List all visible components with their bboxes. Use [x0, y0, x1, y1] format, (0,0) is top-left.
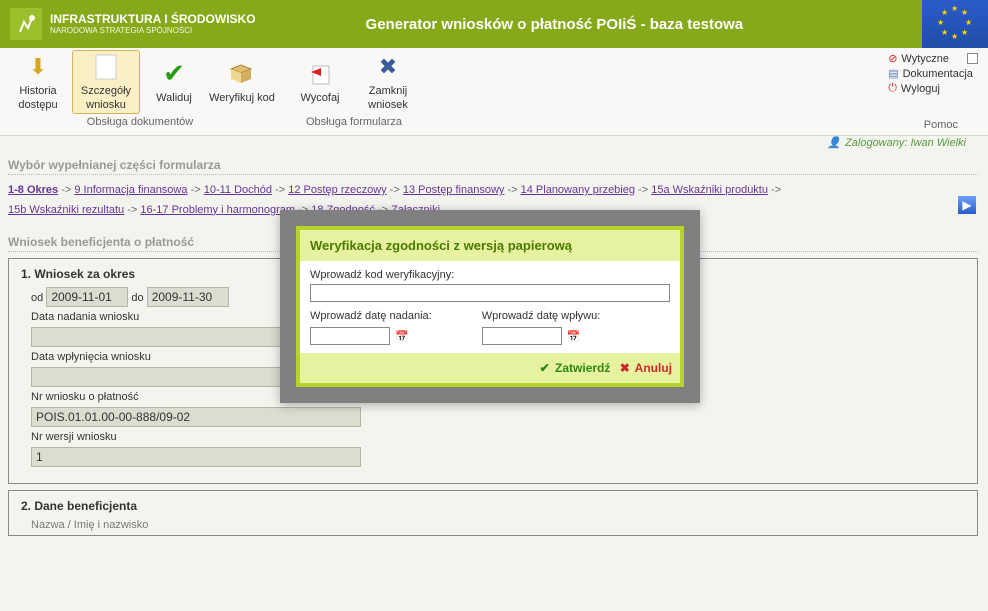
- wyloguj-link[interactable]: ⏻ Wyloguj: [888, 82, 978, 95]
- nav-item[interactable]: 12 Postęp rzeczowy: [288, 184, 386, 196]
- ribbon-group1-label: Obsługa dokumentów: [87, 116, 193, 128]
- ribbon-group2-label: Obsługa formularza: [306, 116, 402, 128]
- wytyczne-link[interactable]: ⊘ Wytyczne: [888, 52, 978, 65]
- document-icon: [91, 52, 121, 82]
- download-icon: ⬇: [23, 52, 53, 82]
- historia-button[interactable]: ⬇ Historia dostępu: [4, 50, 72, 114]
- check-icon: ✔: [540, 361, 550, 375]
- check-icon: ✔: [159, 59, 189, 89]
- book-small-icon: ▤: [888, 67, 898, 80]
- form-box-2: 2. Dane beneficjenta Nazwa / Imię i nazw…: [8, 490, 978, 536]
- undo-icon: [305, 59, 335, 89]
- zamknij-button[interactable]: ✖ Zamknij wniosek: [354, 50, 422, 114]
- close-icon: ✖: [373, 52, 403, 82]
- wytyczne-checkbox[interactable]: [967, 53, 978, 64]
- szczegoly-button[interactable]: Szczegóły wniosku: [72, 50, 140, 114]
- top-banner: INFRASTRUKTURA I ŚRODOWISKO NARODOWA STR…: [0, 0, 988, 48]
- modal-ok-button[interactable]: ✔ Zatwierdź: [540, 361, 611, 375]
- nr-wersji-label: Nr wersji wniosku: [21, 431, 965, 443]
- calendar-icon[interactable]: 📅: [394, 328, 410, 344]
- modal-data-nad-label: Wprowadź datę nadania:: [310, 310, 432, 322]
- help-label: Pomoc: [924, 119, 958, 131]
- user-icon: 👤: [827, 136, 841, 149]
- modal-data-wpl-input[interactable]: [482, 327, 562, 345]
- dokumentacja-link[interactable]: ▤ Dokumentacja: [888, 67, 978, 80]
- logged-user: 👤 Zalogowany: Iwan Wielki: [827, 136, 966, 149]
- modal-weryfikacja: Weryfikacja zgodności z wersją papierową…: [280, 210, 700, 403]
- nav-item[interactable]: 13 Postęp finansowy: [403, 184, 505, 196]
- od-date-input[interactable]: [46, 287, 128, 307]
- section-wybor: Wybór wypełnianej części formularza: [8, 158, 978, 175]
- play-next-button[interactable]: [958, 196, 976, 214]
- nav-item[interactable]: 15b Wskaźniki rezultatu: [8, 204, 124, 216]
- nr-wniosku-input[interactable]: [31, 407, 361, 427]
- app-title: Generator wniosków o płatność POIiŚ - ba…: [366, 16, 744, 33]
- ribbon: ⬇ Historia dostępu Szczegóły wniosku ✔ W…: [0, 48, 988, 136]
- logo-text-sub: NARODOWA STRATEGIA SPÓJNOŚCI: [50, 26, 256, 35]
- nr-wersji-input[interactable]: [31, 447, 361, 467]
- eu-flag-icon: ★★★ ★★★ ★★: [922, 0, 988, 48]
- do-date-input[interactable]: [147, 287, 229, 307]
- weryfikuj-button[interactable]: Weryfikuj kod: [208, 50, 276, 114]
- nav-item[interactable]: 10-11 Dochód: [204, 184, 272, 196]
- logo-icon: [10, 8, 42, 40]
- nav-current[interactable]: 1-8 Okres: [8, 184, 58, 196]
- modal-cancel-button[interactable]: ✖ Anuluj: [620, 361, 672, 375]
- book-icon: [227, 59, 257, 89]
- nav-item[interactable]: 14 Planowany przebieg: [521, 184, 635, 196]
- nav-item[interactable]: 9 Informacja finansowa: [74, 184, 187, 196]
- form-heading-2: 2. Dane beneficjenta: [21, 499, 965, 513]
- form-subheading-2: Nazwa / Imię i nazwisko: [21, 519, 965, 531]
- logout-icon: ⏻: [888, 82, 897, 95]
- nav-item[interactable]: 15a Wskaźniki produktu: [651, 184, 768, 196]
- calendar-icon[interactable]: 📅: [566, 328, 582, 344]
- modal-kod-input[interactable]: [310, 284, 670, 302]
- nav-item[interactable]: 16-17 Problemy i harmonogram: [140, 204, 295, 216]
- stop-icon: ⊘: [888, 52, 897, 65]
- modal-kod-label: Wprowadź kod weryfikacyjny:: [310, 269, 670, 281]
- wycofaj-button[interactable]: Wycofaj: [286, 50, 354, 114]
- modal-title: Weryfikacja zgodności z wersją papierową: [300, 230, 680, 261]
- x-icon: ✖: [620, 361, 630, 375]
- waliduj-button[interactable]: ✔ Waliduj: [140, 50, 208, 114]
- logo-area: INFRASTRUKTURA I ŚRODOWISKO NARODOWA STR…: [10, 8, 256, 40]
- modal-data-wpl-label: Wprowadź datę wpływu:: [482, 310, 601, 322]
- logo-text-top: INFRASTRUKTURA I ŚRODOWISKO: [50, 13, 256, 26]
- modal-data-nad-input[interactable]: [310, 327, 390, 345]
